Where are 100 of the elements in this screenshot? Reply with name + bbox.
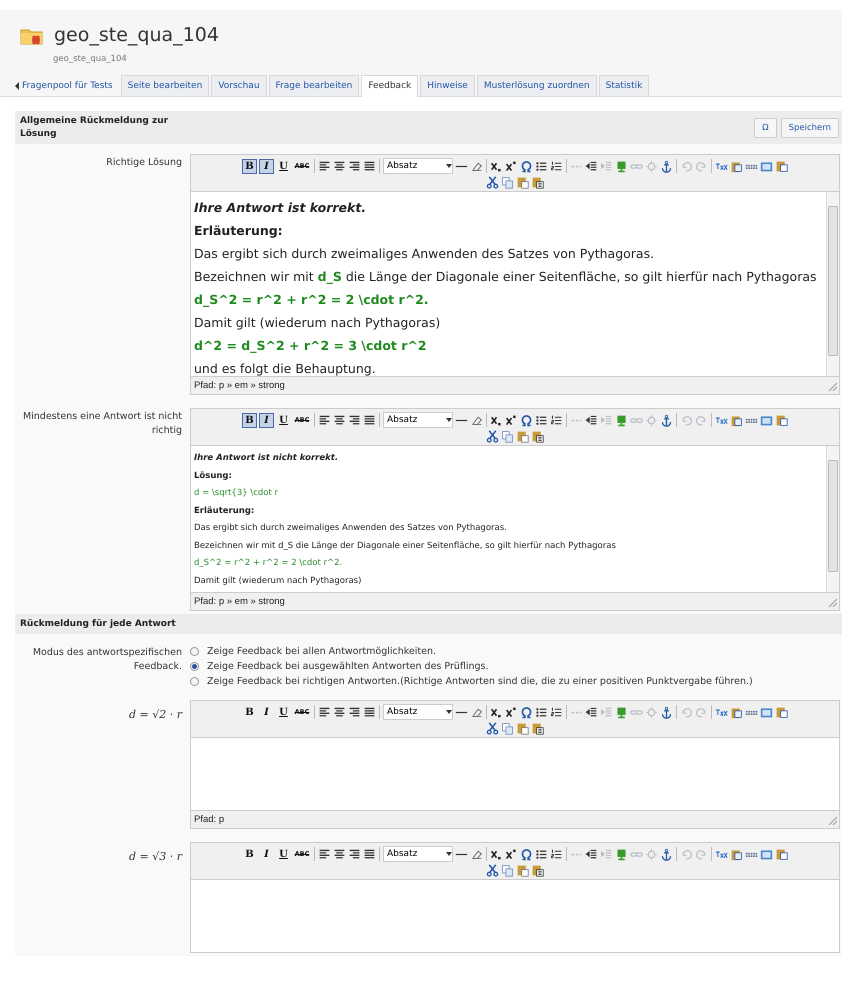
preview-icon[interactable]	[760, 414, 773, 426]
save-button[interactable]: Speichern	[780, 118, 839, 138]
bold-button[interactable]: B	[242, 158, 257, 174]
image-icon[interactable]	[615, 706, 628, 718]
scissors-icon[interactable]	[486, 430, 499, 443]
justify-icon[interactable]	[363, 160, 376, 172]
italic-button[interactable]: I	[259, 846, 274, 862]
superscript-icon[interactable]	[505, 706, 518, 718]
align-right-icon[interactable]	[348, 848, 361, 860]
omega-icon[interactable]	[520, 706, 533, 718]
align-right-icon[interactable]	[348, 414, 361, 426]
align-center-icon[interactable]	[333, 848, 346, 860]
radio-label[interactable]: Zeige Feedback bei ausgewählten Antworten des Prüflings.	[207, 661, 489, 672]
paste-word-icon[interactable]	[730, 414, 743, 426]
numbered-list-icon[interactable]	[550, 706, 563, 718]
outdent-icon[interactable]	[585, 848, 598, 860]
special-character-button[interactable]: Ω	[754, 118, 777, 138]
underline-button[interactable]: U	[276, 846, 291, 862]
tab[interactable]: Feedback	[361, 75, 418, 97]
template-icon[interactable]	[775, 160, 788, 172]
align-center-icon[interactable]	[333, 160, 346, 172]
scrollbar[interactable]	[826, 192, 839, 376]
superscript-icon[interactable]	[505, 160, 518, 172]
paste-word-icon[interactable]	[730, 160, 743, 172]
underline-button[interactable]: U	[276, 158, 291, 174]
template-icon[interactable]	[775, 414, 788, 426]
justify-icon[interactable]	[363, 706, 376, 718]
tab[interactable]: Hinweise	[420, 75, 475, 96]
format-select[interactable]: Absatz	[383, 412, 453, 428]
justify-icon[interactable]	[363, 848, 376, 860]
paste-text-icon[interactable]	[531, 722, 544, 735]
omega-icon[interactable]	[520, 848, 533, 860]
paste-word-icon[interactable]	[730, 848, 743, 860]
italic-button[interactable]: I	[259, 158, 274, 174]
radio-button[interactable]	[190, 677, 199, 686]
paste-icon[interactable]	[516, 176, 529, 189]
scrollbar[interactable]	[826, 446, 839, 592]
scissors-icon[interactable]	[486, 864, 499, 877]
anchor-icon[interactable]	[660, 706, 673, 718]
align-left-icon[interactable]	[318, 848, 331, 860]
preview-icon[interactable]	[760, 706, 773, 718]
align-center-icon[interactable]	[333, 706, 346, 718]
paste-icon[interactable]	[516, 722, 529, 735]
resize-handle-icon[interactable]	[827, 380, 837, 390]
anchor-icon[interactable]	[660, 414, 673, 426]
anchor-icon[interactable]	[660, 848, 673, 860]
paste-text-icon[interactable]	[531, 430, 544, 443]
paste-word-icon[interactable]	[730, 706, 743, 718]
italic-button[interactable]: I	[259, 704, 274, 720]
preview-icon[interactable]	[760, 848, 773, 860]
format-select[interactable]: Absatz	[383, 704, 453, 720]
bullet-list-icon[interactable]	[535, 414, 548, 426]
align-left-icon[interactable]	[318, 414, 331, 426]
eraser-icon[interactable]	[470, 160, 483, 172]
numbered-list-icon[interactable]	[550, 848, 563, 860]
scissors-icon[interactable]	[486, 176, 499, 189]
anchor-icon[interactable]	[660, 160, 673, 172]
numbered-list-icon[interactable]	[550, 414, 563, 426]
paste-icon[interactable]	[516, 430, 529, 443]
superscript-icon[interactable]	[505, 848, 518, 860]
resize-handle-icon[interactable]	[827, 814, 837, 824]
radio-button[interactable]	[190, 662, 199, 671]
align-right-icon[interactable]	[348, 160, 361, 172]
align-left-icon[interactable]	[318, 160, 331, 172]
scissors-icon[interactable]	[486, 722, 499, 735]
outdent-icon[interactable]	[585, 414, 598, 426]
editor-area[interactable]	[191, 192, 839, 376]
numbered-list-icon[interactable]	[550, 160, 563, 172]
bullet-list-icon[interactable]	[535, 160, 548, 172]
bold-button[interactable]: B	[242, 412, 257, 428]
format-select[interactable]: Absatz	[383, 158, 453, 174]
paste-text-icon[interactable]	[531, 176, 544, 189]
omega-icon[interactable]	[520, 414, 533, 426]
back-link[interactable]: Fragenpool für Tests	[14, 81, 119, 96]
tab[interactable]: Statistik	[598, 75, 650, 96]
tab[interactable]: Frage bearbeiten	[268, 75, 360, 96]
image-icon[interactable]	[615, 848, 628, 860]
eraser-icon[interactable]	[470, 414, 483, 426]
bold-button[interactable]: B	[242, 846, 257, 862]
template-icon[interactable]	[775, 848, 788, 860]
justify-icon[interactable]	[363, 414, 376, 426]
resize-handle-icon[interactable]	[827, 596, 837, 606]
bullet-list-icon[interactable]	[535, 706, 548, 718]
paste-text-icon[interactable]	[531, 864, 544, 877]
eraser-icon[interactable]	[470, 706, 483, 718]
bold-button[interactable]: B	[242, 704, 257, 720]
align-center-icon[interactable]	[333, 414, 346, 426]
paste-icon[interactable]	[516, 864, 529, 877]
underline-button[interactable]: U	[276, 704, 291, 720]
template-icon[interactable]	[775, 706, 788, 718]
omega-icon[interactable]	[520, 160, 533, 172]
tab[interactable]: Musterlösung zuordnen	[476, 75, 597, 96]
italic-button[interactable]: I	[259, 412, 274, 428]
outdent-icon[interactable]	[585, 706, 598, 718]
align-left-icon[interactable]	[318, 706, 331, 718]
eraser-icon[interactable]	[470, 848, 483, 860]
format-select[interactable]: Absatz	[383, 846, 453, 862]
outdent-icon[interactable]	[585, 160, 598, 172]
image-icon[interactable]	[615, 160, 628, 172]
preview-icon[interactable]	[760, 160, 773, 172]
